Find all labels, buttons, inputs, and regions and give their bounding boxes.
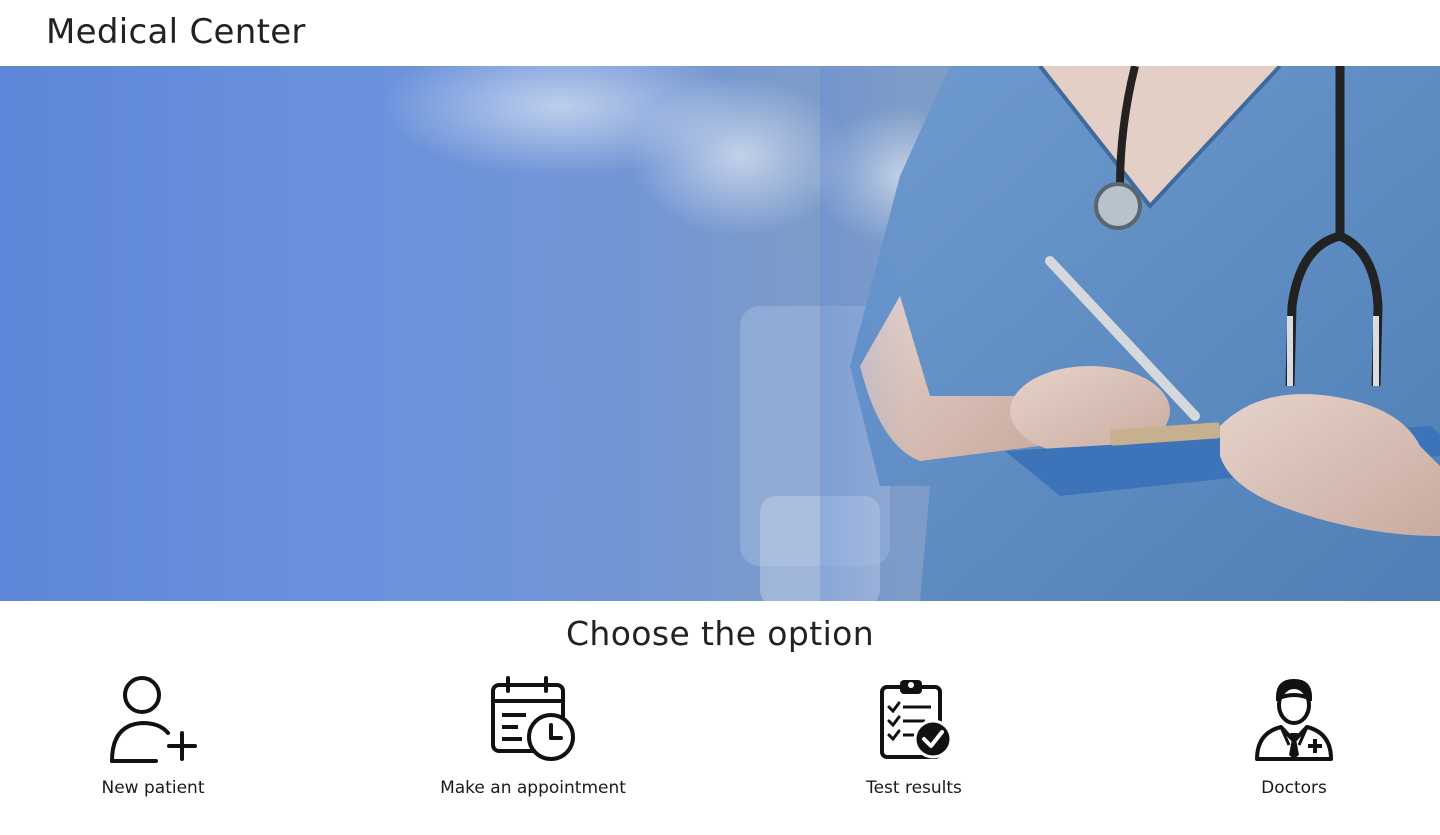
site-title[interactable]: Medical Center [46,12,306,52]
hero-banner [0,66,1440,601]
doctor-icon [1249,675,1339,765]
option-label: New patient [101,778,205,798]
option-doctors[interactable]: Doctors [1164,675,1424,805]
clipboard-check-icon [869,675,959,765]
option-label: Make an appointment [440,778,626,798]
option-label: Doctors [1261,778,1327,798]
user-plus-icon [108,675,198,765]
option-test-results[interactable]: Test results [784,675,1044,805]
calendar-clock-icon [488,675,578,765]
site-header: Medical Center [0,0,1440,66]
option-make-appointment[interactable]: Make an appointment [403,675,663,805]
options-title: Choose the option [565,614,875,653]
option-label: Test results [866,778,962,798]
hero-image [380,66,1440,601]
option-new-patient[interactable]: New patient [23,675,283,805]
